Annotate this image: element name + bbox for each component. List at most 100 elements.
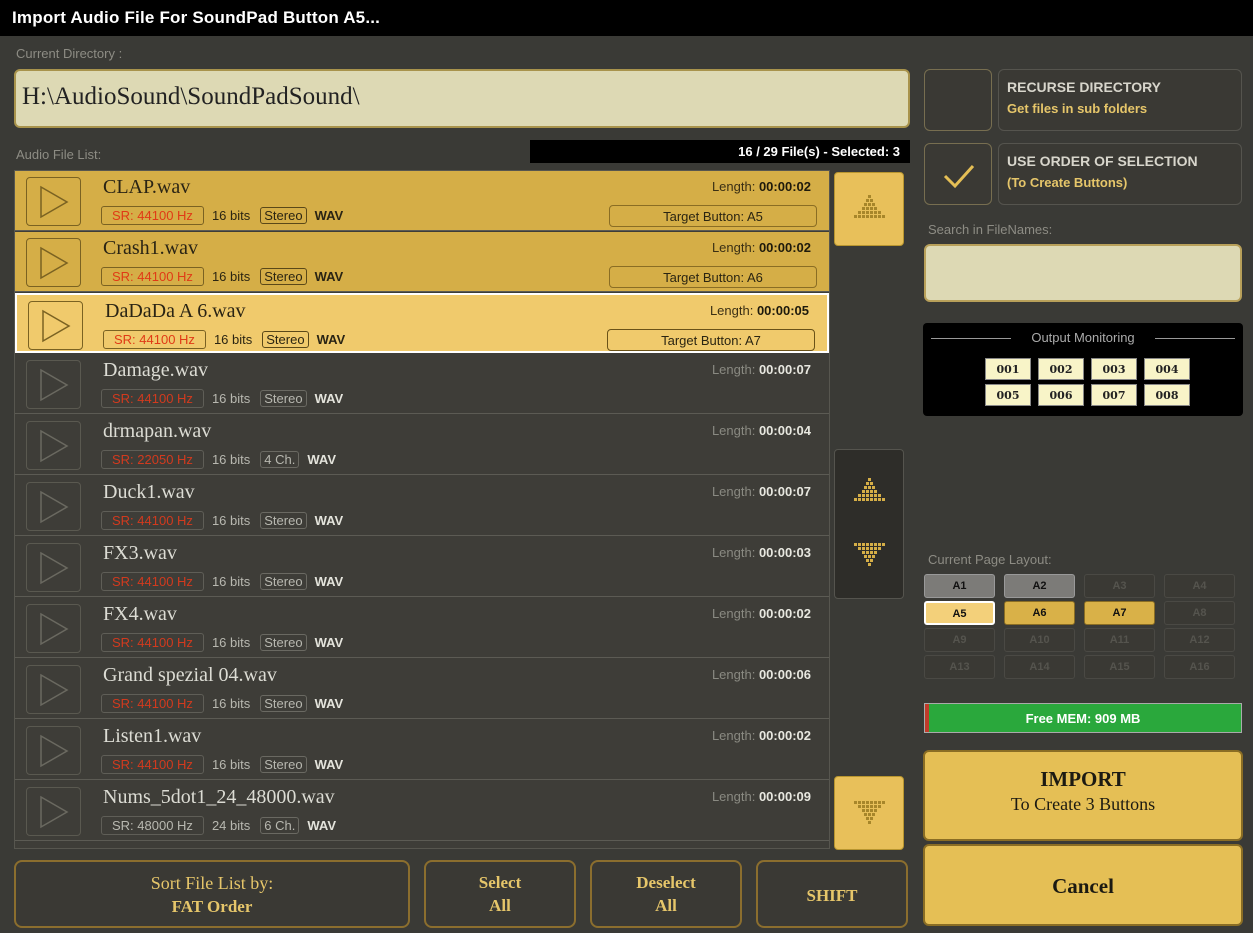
file-row[interactable]: Nums_5dot1_24_48000.wav Length: 00:00:09 S… [15,781,829,841]
channels-badge: 4 Ch. [260,451,300,468]
page-layout-button[interactable]: A13 [924,655,995,679]
search-label: Search in FileNames: [928,222,1053,237]
output-channel-button[interactable]: 002 [1038,358,1084,380]
file-row[interactable]: DaDaDa A 6.wav Length: 00:00:05 SR: 44100 … [15,293,829,353]
file-name: Nums_5dot1_24_48000.wav [103,786,335,808]
page-layout-button[interactable]: A4 [1164,574,1235,598]
file-row[interactable]: CLAP.wav Length: 00:00:02 SR: 44100 Hz 16 b… [15,171,829,231]
length-value: 00:00:03 [758,545,811,560]
file-row[interactable]: drmapan.wav Length: 00:00:04 SR: 22050 Hz 1… [15,415,829,475]
scroll-bottom-button[interactable] [834,776,904,850]
output-channel-button[interactable]: 007 [1091,384,1137,406]
play-preview-button[interactable] [26,604,81,653]
output-channel-button[interactable]: 003 [1091,358,1137,380]
order-of-selection-checkbox[interactable] [924,143,992,205]
play-preview-button[interactable] [26,543,81,592]
file-row[interactable]: Grand spezial 04.wav Length: 00:00:06 SR: … [15,659,829,719]
play-preview-button[interactable] [26,360,81,409]
channels-badge: Stereo [260,268,307,285]
cancel-button[interactable]: Cancel [923,844,1243,926]
length-label: Length: [711,484,756,499]
page-layout-button[interactable]: A1 [924,574,995,598]
page-layout-button[interactable]: A3 [1084,574,1155,598]
file-length: Length: 00:00:04 [712,423,811,438]
page-layout-button[interactable]: A14 [1004,655,1075,679]
page-layout-button[interactable]: A12 [1164,628,1235,652]
recurse-directory-title: RECURSE DIRECTORY [1007,79,1162,95]
length-label: Length: [709,303,754,318]
channels-badge: Stereo [260,573,307,590]
play-icon [42,309,71,343]
play-preview-button[interactable] [28,301,83,350]
page-layout-button[interactable]: A10 [1004,628,1075,652]
play-preview-button[interactable] [26,665,81,714]
recurse-directory-checkbox[interactable] [924,69,992,131]
file-row[interactable]: Crash1.wav Length: 00:00:02 SR: 44100 Hz 16… [15,232,829,292]
recurse-directory-option[interactable]: RECURSE DIRECTORY Get files in sub folde… [998,69,1242,131]
arrow-down-icon [854,543,885,566]
sample-rate-badge: SR: 44100 Hz [101,511,204,530]
bits-suffix: bits [232,332,253,347]
length-label: Length: [711,179,756,194]
target-button-label: Target Button: A6 [609,266,817,288]
page-layout-button[interactable]: A8 [1164,601,1235,625]
output-channel-button[interactable]: 001 [985,358,1031,380]
output-monitoring-panel: Output Monitoring 001 002 003 004 005 006 007 0… [923,323,1243,416]
file-row[interactable]: Damage.wav Length: 00:00:07 SR: 44100 Hz 16… [15,354,829,414]
page-layout-button[interactable]: A7 [1084,601,1155,625]
page-layout-button[interactable]: A6 [1004,601,1075,625]
output-channel-button[interactable]: 004 [1144,358,1190,380]
page-layout-button[interactable]: A11 [1084,628,1155,652]
play-preview-button[interactable] [26,726,81,775]
sort-file-list-button[interactable]: Sort File List by: FAT Order [14,860,410,928]
file-row[interactable]: FX4.wav Length: 00:00:02 SR: 44100 Hz 16 bi… [15,598,829,658]
sample-rate-badge: SR: 22050 Hz [101,450,204,469]
file-name: Duck1.wav [103,481,195,503]
page-layout-button[interactable]: A9 [924,628,995,652]
play-icon [40,612,69,646]
page-layout-button[interactable]: A15 [1084,655,1155,679]
file-length: Length: 00:00:02 [712,606,811,621]
output-channel-button[interactable]: 006 [1038,384,1084,406]
file-row[interactable]: FX3.wav Length: 00:00:03 SR: 44100 Hz 16 bi… [15,537,829,597]
file-length: Length: 00:00:02 [712,179,811,194]
sample-rate-badge: SR: 44100 Hz [101,755,204,774]
shift-button[interactable]: SHIFT [756,860,908,928]
length-label: Length: [711,667,756,682]
page-layout-button[interactable]: A5 [924,601,995,625]
shift-label: SHIFT [806,886,858,905]
file-name: DaDaDa A 6.wav [105,300,246,322]
search-input[interactable] [924,244,1242,302]
file-row[interactable]: Duck1.wav Length: 00:00:07 SR: 44100 Hz 16 … [15,476,829,536]
play-preview-button[interactable] [26,177,81,226]
output-channel-button[interactable]: 008 [1144,384,1190,406]
import-button[interactable]: IMPORT To Create 3 Buttons [923,750,1243,841]
sample-rate-badge: SR: 44100 Hz [101,633,204,652]
free-memory-text: Free MEM: 909 MB [1025,711,1141,726]
scroll-page-up-button[interactable] [835,450,905,525]
free-memory-indicator: Free MEM: 909 MB [924,703,1242,733]
bits-suffix: bits [230,208,251,223]
select-all-button[interactable]: Select All [424,860,576,928]
length-label: Length: [711,789,756,804]
page-layout-button[interactable]: A16 [1164,655,1235,679]
order-of-selection-option[interactable]: USE ORDER OF SELECTION (To Create Button… [998,143,1242,205]
play-preview-button[interactable] [26,787,81,836]
target-button-label: Target Button: A5 [609,205,817,227]
bits-suffix: bits [230,391,251,406]
file-row[interactable]: Listen1.wav Length: 00:00:02 SR: 44100 Hz 1… [15,720,829,780]
bit-depth: 16 [211,452,227,467]
scroll-top-button[interactable] [834,172,904,246]
scroll-page-down-button[interactable] [835,525,905,600]
current-directory-field[interactable]: H:\AudioSound\SoundPadSound\ [14,69,910,128]
play-preview-button[interactable] [26,238,81,287]
play-preview-button[interactable] [26,421,81,470]
page-layout-button[interactable]: A2 [1004,574,1075,598]
audio-file-list: CLAP.wav Length: 00:00:02 SR: 44100 Hz 16 b… [14,170,830,849]
bits-suffix: bits [230,635,251,650]
output-channel-button[interactable]: 005 [985,384,1031,406]
deselect-all-button[interactable]: Deselect All [590,860,742,928]
play-preview-button[interactable] [26,482,81,531]
cancel-button-label: Cancel [1052,874,1114,898]
bit-depth: 16 [211,757,227,772]
